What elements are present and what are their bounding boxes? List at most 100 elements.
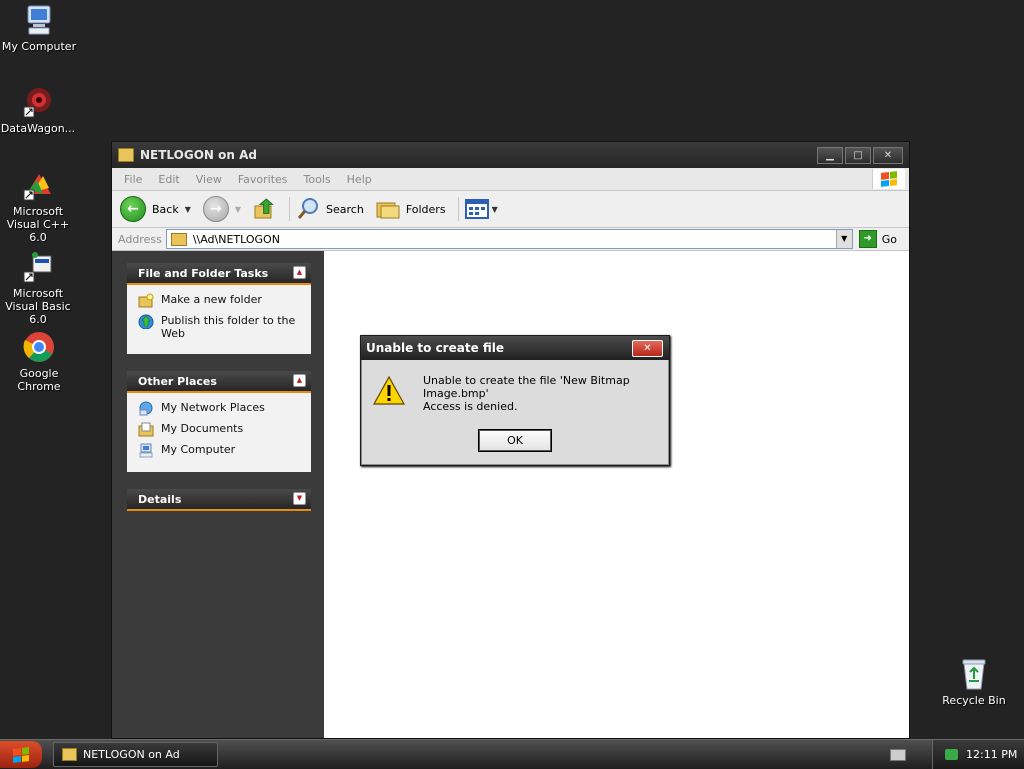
- chevron-down-icon[interactable]: ▼: [235, 205, 241, 214]
- toolbar: ← Back ▼ → ▼ Search Folders ▼: [112, 191, 909, 228]
- visual-cpp-icon: [21, 168, 55, 202]
- collapse-icon[interactable]: ▲: [293, 266, 306, 279]
- place-label: My Documents: [161, 422, 244, 435]
- desktop-icon-label: DataWagon...: [0, 122, 76, 135]
- forward-arrow-icon: →: [202, 196, 229, 222]
- desktop-icon-my-computer[interactable]: My Computer: [0, 3, 79, 53]
- menu-bar: File Edit View Favorites Tools Help: [112, 168, 909, 191]
- new-folder-icon: [138, 293, 154, 308]
- maximize-button[interactable]: □: [845, 146, 871, 164]
- views-icon: [464, 199, 489, 219]
- folders-button[interactable]: Folders: [376, 197, 446, 221]
- go-arrow-icon: ➜: [858, 230, 877, 248]
- back-label: Back: [152, 202, 179, 216]
- computer-icon: [22, 3, 56, 37]
- desktop-icon-label: Microsoft Visual C++ 6.0: [6, 205, 70, 244]
- windows-flag-icon: [881, 171, 897, 187]
- dialog-titlebar[interactable]: Unable to create file ✕: [361, 336, 669, 360]
- folders-label: Folders: [405, 202, 446, 216]
- menu-view[interactable]: View: [188, 173, 230, 186]
- window-titlebar[interactable]: NETLOGON on Ad ▁ □ ✕: [112, 142, 909, 168]
- desktop-icon-datawagon[interactable]: DataWagon...: [0, 85, 78, 135]
- windows-logo: [872, 169, 905, 189]
- desktop-icon-label: Google Chrome: [17, 367, 61, 393]
- recycle-bin-icon: [957, 657, 991, 691]
- taskbar: NETLOGON on Ad 12:11 PM: [0, 739, 1024, 769]
- my-computer-icon: [139, 443, 153, 458]
- panel-title: Details: [138, 492, 182, 506]
- chrome-icon: [22, 330, 56, 364]
- toolbar-separator: [289, 197, 291, 221]
- chevron-down-icon[interactable]: ▼: [492, 205, 498, 214]
- desktop-icon-visual-basic[interactable]: Microsoft Visual Basic 6.0: [0, 250, 78, 326]
- chevron-down-icon[interactable]: ▼: [185, 205, 191, 214]
- desktop-icon-label: My Computer: [1, 40, 77, 53]
- desktop-icon-recycle-bin[interactable]: Recycle Bin: [934, 657, 1014, 707]
- place-my-computer[interactable]: My Computer: [138, 443, 303, 458]
- details-panel: Details ▼: [127, 489, 311, 511]
- search-icon: [297, 198, 319, 219]
- visual-basic-icon: [21, 250, 55, 284]
- chevron-down-icon[interactable]: ▼: [835, 230, 852, 248]
- other-places-panel: Other Places ▲ My Network Places My Docu…: [127, 371, 311, 472]
- task-pane: File and Folder Tasks ▲ Make a new folde…: [112, 251, 324, 738]
- windows-flag-icon: [13, 746, 29, 763]
- forward-button[interactable]: → ▼: [202, 196, 241, 222]
- start-button[interactable]: [0, 741, 42, 768]
- file-list-area[interactable]: [324, 251, 909, 738]
- menu-tools[interactable]: Tools: [296, 173, 339, 186]
- menu-edit[interactable]: Edit: [150, 173, 187, 186]
- panel-header[interactable]: File and Folder Tasks ▲: [127, 263, 311, 285]
- minimize-button[interactable]: ▁: [817, 146, 843, 164]
- task-label: Publish this folder to the Web: [161, 314, 296, 340]
- my-documents-icon: [138, 422, 154, 437]
- search-button[interactable]: Search: [296, 197, 364, 221]
- menu-favorites[interactable]: Favorites: [230, 173, 296, 186]
- expand-icon[interactable]: ▼: [293, 492, 306, 505]
- network-places-icon: [139, 401, 153, 416]
- address-label: Address: [118, 232, 162, 246]
- folder-icon: [118, 148, 134, 162]
- clock[interactable]: 12:11 PM: [966, 748, 1017, 761]
- go-button[interactable]: ➜ Go: [858, 230, 897, 248]
- dialog-title: Unable to create file: [366, 341, 505, 355]
- task-label: Make a new folder: [161, 293, 262, 306]
- search-label: Search: [326, 202, 364, 216]
- panel-title: Other Places: [138, 374, 217, 388]
- up-folder-button[interactable]: [253, 197, 277, 221]
- panel-header[interactable]: Other Places ▲: [127, 371, 311, 393]
- desktop-icon-label: Recycle Bin: [942, 694, 1006, 707]
- taskbar-item-netlogon[interactable]: NETLOGON on Ad: [53, 742, 218, 767]
- collapse-icon[interactable]: ▲: [293, 374, 306, 387]
- ok-button[interactable]: OK: [478, 429, 552, 452]
- place-my-documents[interactable]: My Documents: [138, 422, 303, 437]
- task-publish-web[interactable]: Publish this folder to the Web: [138, 314, 303, 340]
- task-make-new-folder[interactable]: Make a new folder: [138, 293, 303, 308]
- network-tray-icon[interactable]: [945, 749, 958, 760]
- place-my-network-places[interactable]: My Network Places: [138, 401, 303, 416]
- desktop-icon-label: Microsoft Visual Basic 6.0: [5, 287, 71, 326]
- keyboard-icon[interactable]: [890, 749, 906, 761]
- menu-file[interactable]: File: [116, 173, 150, 186]
- datawagon-icon: [21, 85, 55, 119]
- toolbar-separator: [457, 197, 459, 221]
- dialog-message: Unable to create the file 'New Bitmap Im…: [423, 374, 630, 400]
- menu-help[interactable]: Help: [339, 173, 380, 186]
- address-bar: Address \\Ad\NETLOGON ▼ ➜ Go: [112, 228, 909, 251]
- window-title: NETLOGON on Ad: [140, 148, 257, 162]
- panel-title: File and Folder Tasks: [138, 266, 269, 280]
- close-button[interactable]: ✕: [873, 146, 903, 164]
- dialog-close-button[interactable]: ✕: [632, 340, 663, 357]
- panel-header[interactable]: Details ▼: [127, 489, 311, 511]
- views-button[interactable]: ▼: [464, 198, 498, 220]
- publish-web-icon: [138, 314, 154, 329]
- desktop-icon-chrome[interactable]: Google Chrome: [0, 330, 79, 393]
- place-label: My Computer: [161, 443, 236, 456]
- warning-icon: [373, 375, 405, 405]
- back-button[interactable]: ← Back ▼: [120, 196, 191, 222]
- address-value: \\Ad\NETLOGON: [192, 232, 280, 246]
- up-folder-icon: [254, 198, 274, 219]
- address-input[interactable]: \\Ad\NETLOGON ▼: [165, 229, 853, 249]
- folder-icon: [62, 748, 77, 761]
- desktop-icon-visual-cpp[interactable]: Microsoft Visual C++ 6.0: [0, 168, 78, 244]
